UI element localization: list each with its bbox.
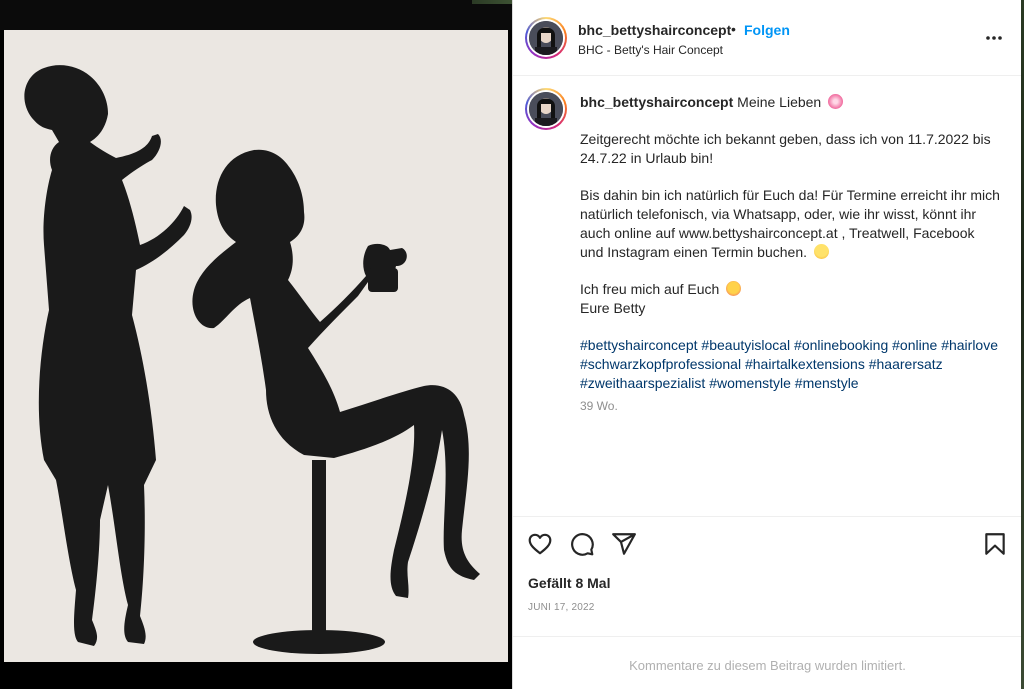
hashtag-link[interactable]: #beautyislocal [701, 337, 790, 353]
header-username[interactable]: bhc_bettyshairconcept [578, 22, 731, 38]
hashtag-list: #bettyshairconcept #beautyislocal #onlin… [580, 336, 1000, 393]
media-top-strip [0, 0, 512, 30]
comments-limited-notice: Kommentare zu diesem Beitrag wurden limi… [629, 658, 906, 673]
comment-icon[interactable] [569, 531, 595, 557]
hashtag-link[interactable]: #schwarzkopfprofessional [580, 356, 741, 372]
post-date[interactable]: JUNI 17, 2022 [528, 602, 595, 613]
hashtag-link[interactable]: #bettyshairconcept [580, 337, 698, 353]
cherry-blossom-emoji-icon [828, 94, 844, 109]
hashtag-link[interactable]: #hairtalkextensions [745, 356, 865, 372]
comments-footer: Kommentare zu diesem Beitrag wurden limi… [513, 636, 1022, 689]
follow-button[interactable]: Folgen [744, 22, 790, 38]
hashtag-link[interactable]: #menstyle [795, 375, 859, 391]
more-options-icon[interactable] [984, 28, 1004, 48]
post-image-silhouette-hairdresser[interactable] [4, 30, 508, 662]
caption-text: bhc_bettyshairconcept Meine Lieben Zeitg… [580, 93, 1000, 393]
caption-paragraph-3-line-1: Ich freu mich auf Euch [580, 281, 720, 297]
hashtag-link[interactable]: #hairlove [941, 337, 998, 353]
post-details-panel: bhc_bettyshairconcept • Folgen BHC - Bet… [512, 0, 1024, 689]
separator-dot: • [731, 21, 736, 37]
heart-icon[interactable] [527, 531, 553, 557]
post-media[interactable] [0, 0, 512, 689]
profile-subtitle[interactable]: BHC - Betty's Hair Concept [578, 43, 723, 57]
bookmark-icon[interactable] [982, 531, 1008, 557]
caption-paragraph-3-line-2: Eure Betty [580, 300, 646, 316]
paper-plane-icon[interactable] [611, 531, 637, 557]
action-bar: Gefällt 8 Mal JUNI 17, 2022 [513, 516, 1022, 636]
grinning-face-emoji-icon [813, 244, 829, 259]
hashtag-link[interactable]: #zweithaarspezialist [580, 375, 705, 391]
hashtag-link[interactable]: #womenstyle [709, 375, 791, 391]
like-count[interactable]: Gefällt 8 Mal [528, 575, 610, 591]
post-time[interactable]: 39 Wo. [580, 399, 618, 413]
hashtag-link[interactable]: #onlinebooking [794, 337, 888, 353]
post-header: bhc_bettyshairconcept • Folgen BHC - Bet… [513, 0, 1022, 76]
caption-paragraph-1: Zeitgerecht möchte ich bekannt geben, da… [580, 131, 991, 166]
hashtag-link[interactable]: #online [892, 337, 937, 353]
smiling-face-with-hearts-emoji-icon [726, 281, 742, 296]
caption-first-line: Meine Lieben [737, 94, 822, 110]
caption-paragraph-2: Bis dahin bin ich natürlich für Euch da!… [580, 187, 1000, 260]
profile-avatar[interactable] [525, 17, 567, 59]
hashtag-link[interactable]: #haarersatz [869, 356, 943, 372]
caption-avatar[interactable] [525, 88, 567, 130]
caption-username[interactable]: bhc_bettyshairconcept [580, 94, 733, 110]
